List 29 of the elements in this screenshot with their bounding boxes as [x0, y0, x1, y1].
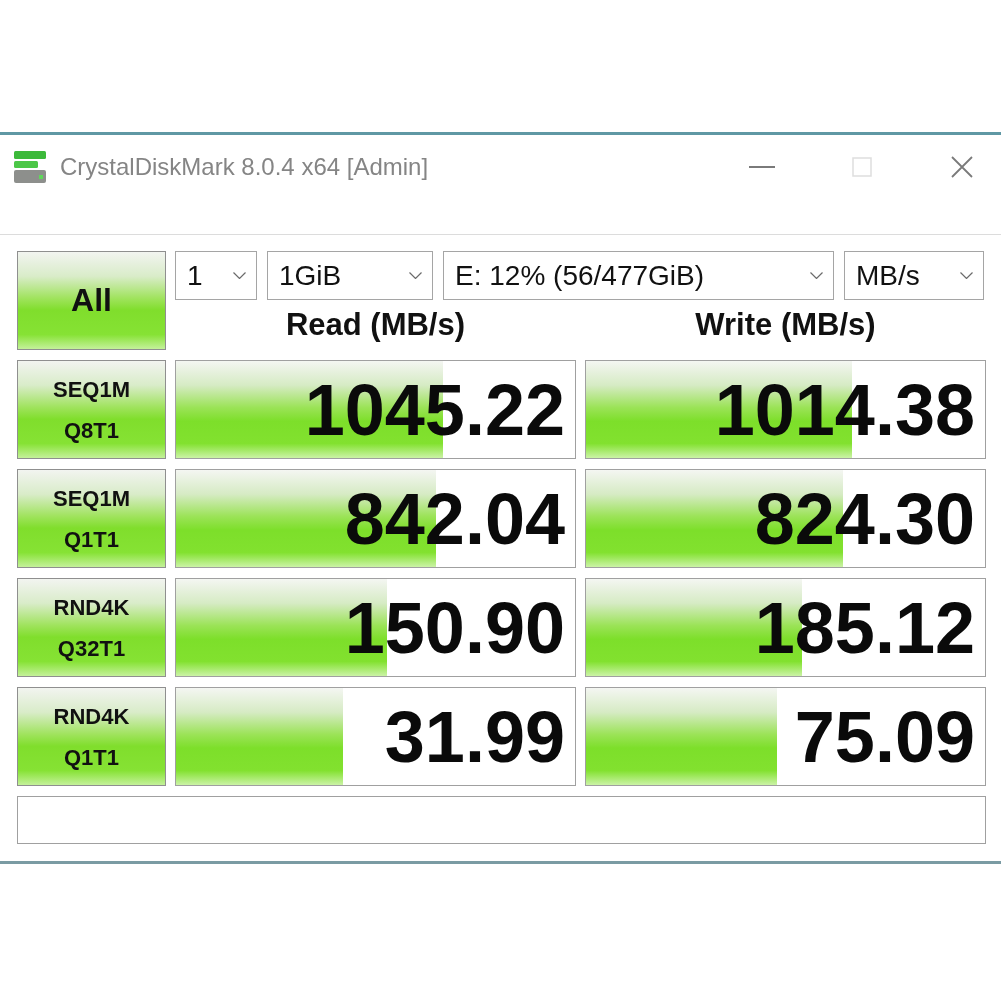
result-value: 150.90	[344, 587, 566, 668]
all-button[interactable]: All	[17, 251, 166, 350]
test-button[interactable]: RND4K Q1T1	[17, 687, 166, 786]
result-value: 842.04	[344, 478, 566, 559]
chevron-down-icon	[233, 272, 246, 279]
test-button[interactable]: SEQ1M Q8T1	[17, 360, 166, 459]
option-dropdown[interactable]: 1GiB	[267, 251, 433, 300]
result-value: 185.12	[754, 587, 976, 668]
chevron-down-icon	[810, 272, 823, 279]
result-value: 1045.22	[304, 369, 566, 450]
test-button[interactable]: SEQ1M Q1T1	[17, 469, 166, 568]
close-icon	[951, 156, 973, 178]
minimize-icon	[749, 166, 775, 168]
option-dropdown[interactable]: 1	[175, 251, 257, 300]
drive-icon	[13, 150, 47, 184]
result-value: 75.09	[794, 696, 976, 777]
unit-dropdown[interactable]: MB/s	[844, 251, 984, 300]
result-value: 824.30	[754, 478, 976, 559]
test-button[interactable]: RND4K Q32T1	[17, 578, 166, 677]
window-title: CrystalDiskMark 8.0.4 x64 [Admin]	[60, 152, 429, 182]
chevron-down-icon	[409, 272, 422, 279]
result-value: 31.99	[384, 696, 566, 777]
option-dropdown[interactable]: E: 12% (56/477GiB)	[443, 251, 834, 300]
column-header: Read (MB/s)	[285, 306, 466, 344]
result-value: 1014.38	[714, 369, 976, 450]
maximize-icon	[852, 157, 872, 177]
comment-field[interactable]	[17, 796, 986, 844]
chevron-down-icon	[960, 272, 973, 279]
column-header: Write (MB/s)	[695, 306, 876, 344]
